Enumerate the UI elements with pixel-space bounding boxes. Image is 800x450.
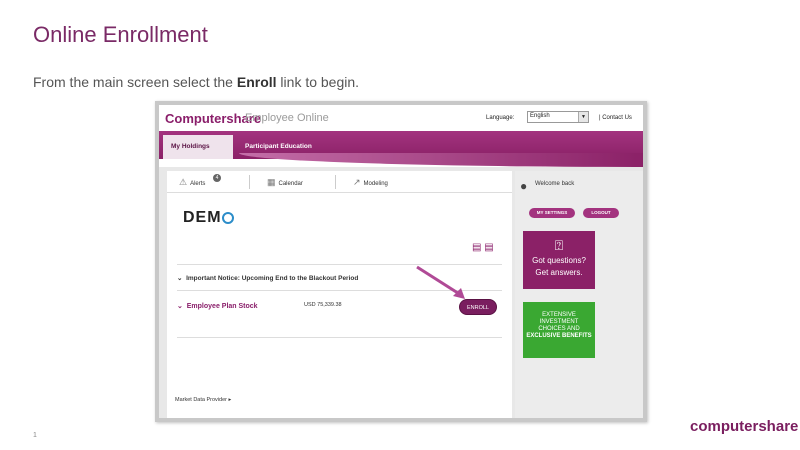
modeling-button[interactable]: ↗ Modeling — [353, 177, 388, 188]
benefits-ad[interactable]: EXTENSIVE INVESTMENT CHOICES AND EXCLUSI… — [523, 302, 595, 358]
alerts-badge: 4 — [213, 174, 221, 182]
ad-line-1: EXTENSIVE — [542, 312, 576, 318]
ad-line-4: EXCLUSIVE BENEFITS — [526, 333, 592, 339]
subtitle-enroll-word: Enroll — [236, 74, 277, 90]
ad-line-3: CHOICES AND — [538, 326, 580, 332]
slide-title: Online Enrollment — [33, 22, 208, 47]
toolbar: ⚠ Alerts 4 ▦ Calendar ↗ Modeling — [167, 171, 512, 193]
language-value: English — [530, 113, 550, 119]
plan-amount: USD 75,339.38 — [304, 302, 342, 308]
ad-line-2: INVESTMENT — [539, 319, 579, 325]
chart-icon: ↗ — [353, 177, 361, 187]
tab-my-holdings[interactable]: My Holdings — [163, 135, 233, 159]
plan-name: ⌄ Employee Plan Stock — [177, 302, 258, 310]
plan-label: Employee Plan Stock — [186, 303, 258, 310]
market-data-provider-link[interactable]: Market Data Provider ▸ — [175, 397, 231, 403]
company-name: DEM — [183, 209, 222, 226]
calendar-label: Calendar — [278, 181, 303, 187]
warning-icon: ⚠ — [179, 177, 188, 187]
promo-line-2: Get answers. — [535, 268, 583, 277]
notice-label: Important Notice: Upcoming End to the Bl… — [186, 275, 359, 282]
app-screenshot: Computershare Employee Online Language: … — [155, 101, 647, 422]
product-name: Employee Online — [245, 112, 329, 124]
language-select[interactable]: English ▼ — [527, 111, 589, 123]
notice-text: ⌄ Important Notice: Upcoming End to the … — [177, 274, 358, 282]
print-icons[interactable]: ▤ ▤ — [472, 242, 494, 253]
alerts-button[interactable]: ⚠ Alerts 4 — [179, 174, 221, 188]
content-area: ⚠ Alerts 4 ▦ Calendar ↗ Modeling DEM ▤ ▤ ⌄ … — [159, 167, 643, 418]
main-panel: ⚠ Alerts 4 ▦ Calendar ↗ Modeling DEM ▤ ▤ ⌄ … — [167, 171, 512, 418]
chevron-down-icon: ⌄ — [177, 275, 183, 282]
calendar-icon: ▦ — [267, 177, 276, 187]
pointer-arrow — [416, 265, 465, 299]
divider — [335, 175, 336, 189]
slide-subtitle: From the main screen select the Enroll l… — [33, 74, 359, 90]
app-topbar: Computershare Employee Online Language: … — [159, 105, 643, 131]
chevron-right-icon: ▸ — [228, 397, 232, 403]
welcome-text: Welcome back — [535, 181, 575, 187]
subtitle-prefix: From the main screen select the — [33, 74, 237, 90]
enroll-button[interactable]: ENROLL — [459, 299, 497, 315]
page-number: 1 — [33, 432, 37, 439]
export-icon[interactable]: ▤ — [484, 242, 493, 253]
computershare-brand-logo: computershare — [690, 418, 799, 435]
my-settings-button[interactable]: MY SETTINGS — [529, 208, 575, 218]
alerts-label: Alerts — [190, 181, 206, 187]
chevron-down-icon: ⌄ — [177, 303, 183, 310]
contact-us-link[interactable]: | Contact Us — [599, 115, 632, 121]
user-icon: ● — [520, 179, 528, 193]
calendar-button[interactable]: ▦ Calendar — [267, 177, 303, 188]
language-label: Language: — [486, 115, 515, 121]
sidebar: ● Welcome back MY SETTINGS LOGOUT ⍰ Got … — [515, 171, 643, 418]
company-logo: DEM — [183, 209, 234, 227]
question-icon: ⍰ — [554, 237, 564, 253]
nav-swoosh — [239, 153, 643, 167]
power-icon — [221, 211, 234, 224]
tab-participant-education[interactable]: Participant Education — [245, 143, 312, 150]
chevron-down-icon: ▼ — [578, 112, 588, 122]
modeling-label: Modeling — [363, 181, 388, 187]
questions-promo[interactable]: ⍰ Got questions? Get answers. — [523, 231, 595, 289]
divider — [249, 175, 250, 189]
market-data-label: Market Data Provider — [175, 397, 227, 403]
logout-button[interactable]: LOGOUT — [583, 208, 619, 218]
print-icon[interactable]: ▤ — [472, 242, 481, 253]
promo-line-1: Got questions? — [532, 256, 586, 265]
subtitle-suffix: link to begin. — [276, 74, 360, 90]
